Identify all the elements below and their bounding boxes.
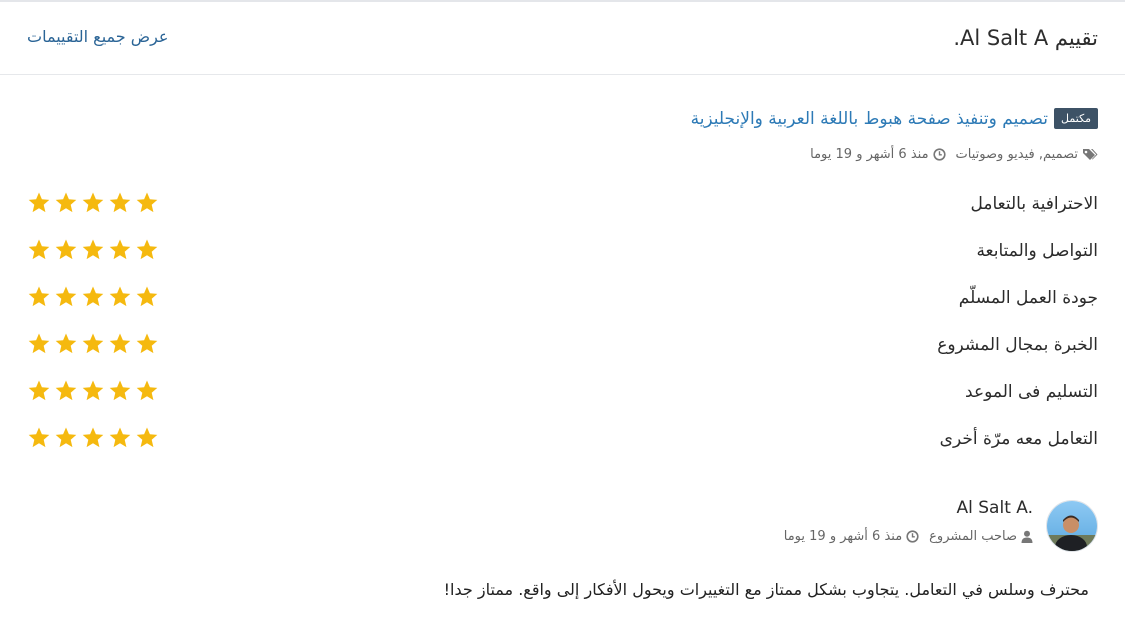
page-title: تقييم Al Salt A. <box>953 26 1098 50</box>
clock-icon <box>906 530 919 543</box>
rating-label: جودة العمل المسلّم <box>958 288 1098 308</box>
star-icon <box>81 191 105 215</box>
avatar[interactable] <box>1046 500 1098 552</box>
rating-row: التعامل معه مرّة أخرى <box>27 426 1098 456</box>
star-icon <box>81 426 105 450</box>
reviewer-role-text: صاحب المشروع <box>929 529 1017 544</box>
project-title-row: مكتمل تصميم وتنفيذ صفحة هبوط باللغة العر… <box>691 108 1098 130</box>
user-icon <box>1021 530 1033 543</box>
star-icon <box>54 379 78 403</box>
star-icon <box>135 191 159 215</box>
star-icon <box>27 426 51 450</box>
rating-row: الاحترافية بالتعامل <box>27 191 1098 221</box>
star-rating <box>27 285 159 309</box>
review-text: محترف وسلس في التعامل. يتجاوب بشكل ممتاز… <box>443 580 1089 599</box>
star-icon <box>27 332 51 356</box>
star-icon <box>81 332 105 356</box>
project-time-text: منذ 6 أشهر و 19 يوما <box>810 147 929 162</box>
rating-row: جودة العمل المسلّم <box>27 285 1098 315</box>
star-icon <box>108 332 132 356</box>
star-icon <box>27 191 51 215</box>
star-rating <box>27 426 159 450</box>
project-tags: تصميم, فيديو وصوتيات <box>956 147 1098 162</box>
star-icon <box>81 285 105 309</box>
rating-label: الخبرة بمجال المشروع <box>937 335 1098 355</box>
rating-label: التعامل معه مرّة أخرى <box>939 429 1098 449</box>
star-rating <box>27 379 159 403</box>
tags-icon <box>1082 148 1098 162</box>
project-title-link[interactable]: تصميم وتنفيذ صفحة هبوط باللغة العربية وا… <box>691 109 1048 129</box>
reviewer-time: منذ 6 أشهر و 19 يوما <box>784 529 919 544</box>
reviewer-role: صاحب المشروع <box>929 529 1033 544</box>
star-rating <box>27 332 159 356</box>
view-all-reviews-link[interactable]: عرض جميع التقييمات <box>27 27 168 46</box>
clock-icon <box>932 148 946 161</box>
rating-row: التسليم فى الموعد <box>27 379 1098 409</box>
star-icon <box>54 285 78 309</box>
star-icon <box>135 238 159 262</box>
rating-label: التواصل والمتابعة <box>976 241 1098 261</box>
star-icon <box>54 426 78 450</box>
star-icon <box>27 238 51 262</box>
reviewer-name[interactable]: Al Salt A. <box>957 498 1034 518</box>
star-icon <box>27 285 51 309</box>
reviewer-time-text: منذ 6 أشهر و 19 يوما <box>783 529 903 544</box>
star-icon <box>135 379 159 403</box>
star-icon <box>135 332 159 356</box>
star-icon <box>108 285 132 309</box>
star-icon <box>108 238 132 262</box>
reviewer-meta: صاحب المشروع منذ 6 أشهر و 19 يوما <box>784 529 1033 544</box>
star-icon <box>108 379 132 403</box>
star-rating <box>27 191 159 215</box>
star-icon <box>27 379 51 403</box>
star-icon <box>135 285 159 309</box>
star-icon <box>81 238 105 262</box>
project-meta: تصميم, فيديو وصوتيات منذ 6 أشهر و 19 يوم… <box>810 147 1098 162</box>
rating-row: التواصل والمتابعة <box>27 238 1098 268</box>
card-header: تقييم Al Salt A. عرض جميع التقييمات <box>0 2 1125 75</box>
star-icon <box>108 191 132 215</box>
rating-label: التسليم فى الموعد <box>965 382 1098 402</box>
star-icon <box>54 332 78 356</box>
status-badge: مكتمل <box>1054 108 1098 130</box>
star-icon <box>81 379 105 403</box>
star-rating <box>27 238 159 262</box>
star-icon <box>54 191 78 215</box>
rating-row: الخبرة بمجال المشروع <box>27 332 1098 362</box>
project-time: منذ 6 أشهر و 19 يوما <box>810 147 946 162</box>
rating-label: الاحترافية بالتعامل <box>970 194 1098 214</box>
review-card: تقييم Al Salt A. عرض جميع التقييمات مكتم… <box>0 0 1125 636</box>
project-tags-link[interactable]: تصميم, فيديو وصوتيات <box>956 147 1078 162</box>
star-icon <box>54 238 78 262</box>
star-icon <box>108 426 132 450</box>
star-icon <box>135 426 159 450</box>
